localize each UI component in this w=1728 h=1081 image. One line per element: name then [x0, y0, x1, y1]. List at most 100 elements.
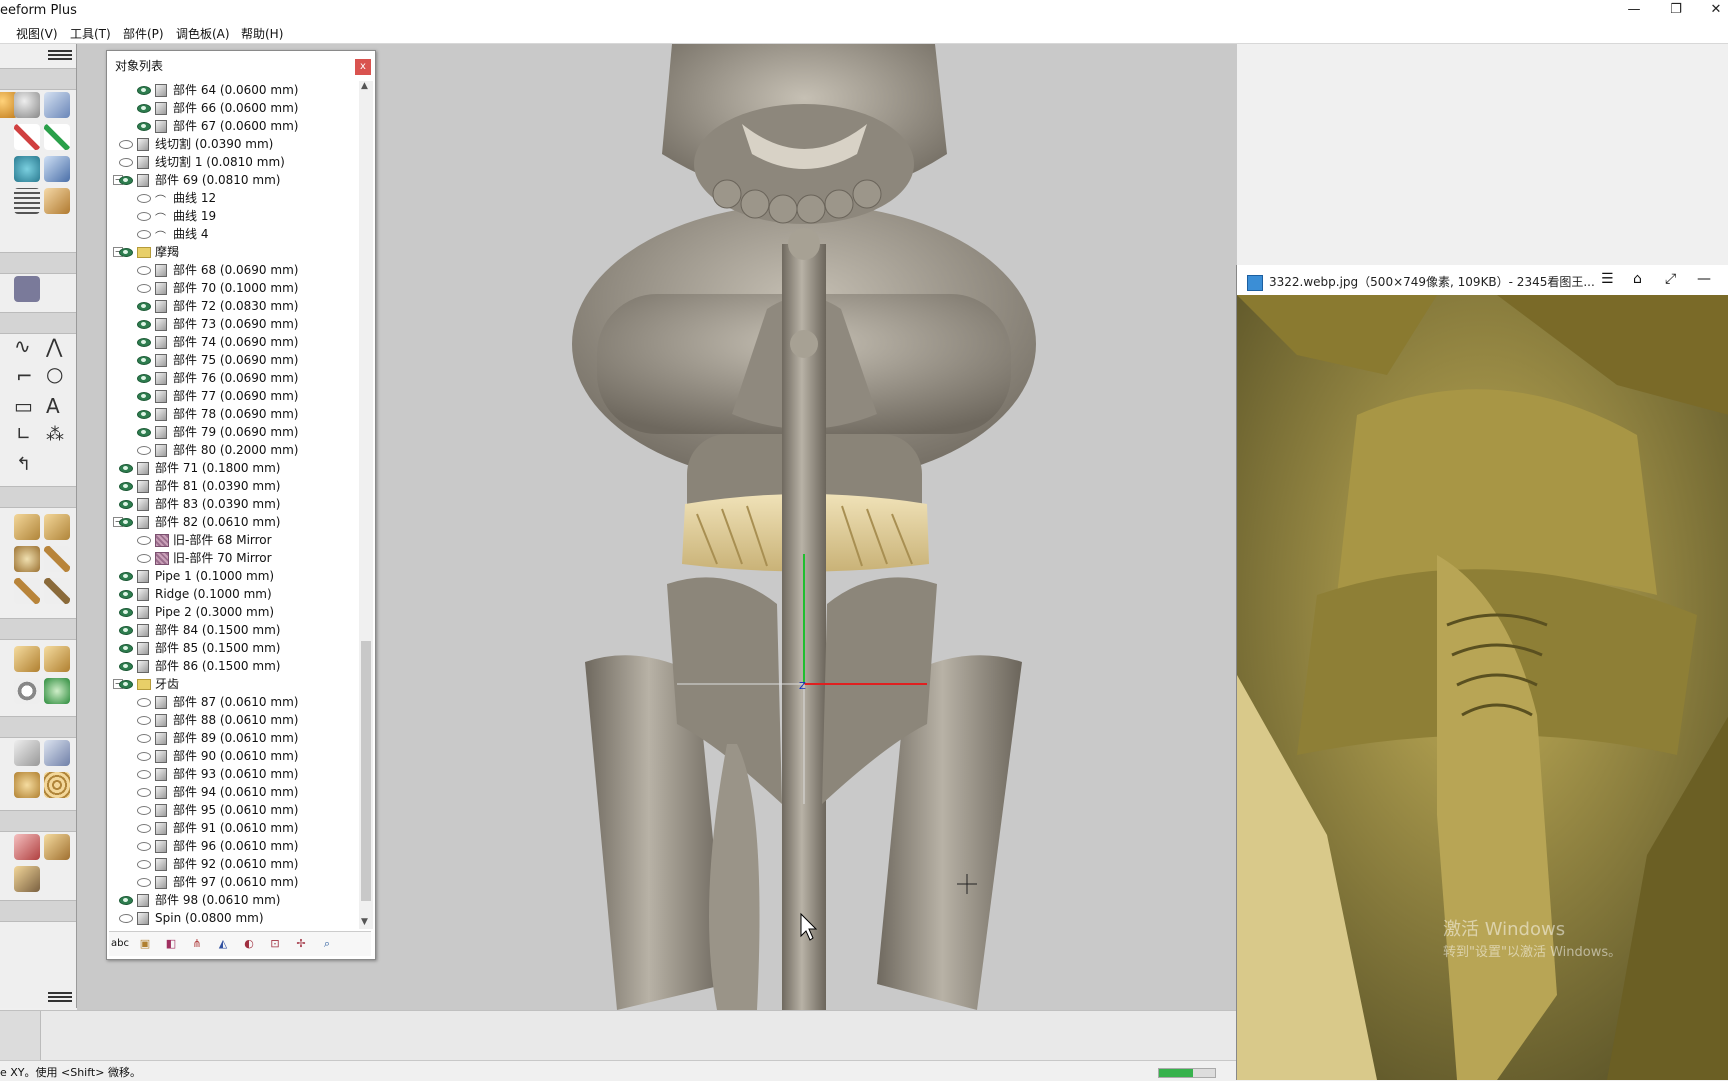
eye-visible-icon[interactable]	[119, 482, 133, 491]
eye-hidden-icon[interactable]	[137, 824, 151, 833]
eye-hidden-icon[interactable]	[137, 230, 151, 239]
viewer-skin-icon[interactable]: ⌂	[1633, 271, 1642, 287]
tree-row[interactable]: 部件 93 (0.0610 mm)	[113, 765, 359, 783]
viewer-minimize-icon[interactable]: —	[1697, 271, 1711, 287]
tree-row[interactable]: ⌒ 曲线 4	[113, 225, 359, 243]
tree-row[interactable]: 部件 74 (0.0690 mm)	[113, 333, 359, 351]
viewer-fullscreen-icon[interactable]: ⤢	[1665, 271, 1676, 287]
eye-hidden-icon[interactable]	[137, 788, 151, 797]
tree-row[interactable]: 部件 76 (0.0690 mm)	[113, 369, 359, 387]
color-icon[interactable]: ◐	[241, 936, 257, 952]
tree-row[interactable]: Pipe 1 (0.1000 mm)	[113, 567, 359, 585]
tree-row[interactable]: Spin (0.0800 mm)	[113, 909, 359, 927]
tree-row[interactable]: 部件 88 (0.0610 mm)	[113, 711, 359, 729]
eye-visible-icon[interactable]	[137, 338, 151, 347]
pipe-tool-icon[interactable]	[44, 578, 70, 604]
tree-row[interactable]: 部件 94 (0.0610 mm)	[113, 783, 359, 801]
offset-tool-icon[interactable]	[44, 740, 70, 766]
tree-row[interactable]: Ridge (0.1000 mm)	[113, 585, 359, 603]
tree-row[interactable]: 部件 83 (0.0390 mm)	[113, 495, 359, 513]
tree-row[interactable]: 部件 72 (0.0830 mm)	[113, 297, 359, 315]
tree-row[interactable]: − 摩羯	[113, 243, 359, 261]
tree-row[interactable]: 部件 71 (0.1800 mm)	[113, 459, 359, 477]
sweep-tool-icon[interactable]	[44, 546, 70, 572]
tree-row[interactable]: 旧-部件 68 Mirror	[113, 531, 359, 549]
circle-tool-icon[interactable]: ○	[46, 362, 63, 386]
tree-row[interactable]: − 牙齿	[113, 675, 359, 693]
eye-hidden-icon[interactable]	[137, 770, 151, 779]
tree-row[interactable]: 部件 90 (0.0610 mm)	[113, 747, 359, 765]
curve-red-tool-icon[interactable]	[14, 124, 40, 150]
plane-tool-icon[interactable]	[44, 92, 70, 118]
tree-row[interactable]: 部件 64 (0.0600 mm)	[113, 81, 359, 99]
deform-tool-icon[interactable]	[14, 546, 40, 572]
eye-hidden-icon[interactable]	[137, 752, 151, 761]
tree-row[interactable]: 部件 75 (0.0690 mm)	[113, 351, 359, 369]
scroll-down-icon[interactable]: ▼	[361, 917, 368, 927]
tree-row[interactable]: ⌒ 曲线 12	[113, 189, 359, 207]
eye-hidden-icon[interactable]	[119, 914, 133, 923]
spring-tool-icon[interactable]	[14, 188, 40, 214]
eye-visible-icon[interactable]	[119, 176, 133, 185]
scroll-up-icon[interactable]: ▲	[361, 81, 368, 91]
lower-panel-tab[interactable]	[0, 1011, 41, 1061]
tree-row[interactable]: 部件 78 (0.0690 mm)	[113, 405, 359, 423]
tree-row[interactable]: 部件 86 (0.1500 mm)	[113, 657, 359, 675]
spline-tool-icon[interactable]: ∿	[14, 334, 31, 358]
tree-row[interactable]: 部件 81 (0.0390 mm)	[113, 477, 359, 495]
eye-visible-icon[interactable]	[137, 104, 151, 113]
eye-hidden-icon[interactable]	[137, 860, 151, 869]
eye-hidden-icon[interactable]	[137, 842, 151, 851]
menu-palette[interactable]: 调色板(A)	[176, 25, 230, 42]
menu-help[interactable]: 帮助(H)	[241, 25, 283, 42]
minimize-button[interactable]: —	[1614, 0, 1654, 22]
tree-row[interactable]: 部件 84 (0.1500 mm)	[113, 621, 359, 639]
menu-parts[interactable]: 部件(P)	[123, 25, 164, 42]
new-folder-icon[interactable]: ▣	[137, 936, 153, 952]
mirror-icon[interactable]: ◧	[163, 936, 179, 952]
tree-row[interactable]: − 部件 82 (0.0610 mm)	[113, 513, 359, 531]
eye-visible-icon[interactable]	[137, 428, 151, 437]
palette-menu-icon[interactable]	[48, 48, 72, 60]
extrude-tool-icon[interactable]	[44, 156, 70, 182]
eye-hidden-icon[interactable]	[137, 446, 151, 455]
tree-row[interactable]: 部件 89 (0.0610 mm)	[113, 729, 359, 747]
stamp-tool-icon[interactable]	[14, 646, 40, 672]
shell-tool-icon[interactable]	[14, 740, 40, 766]
menu-tools[interactable]: 工具(T)	[70, 25, 111, 42]
eye-visible-icon[interactable]	[119, 608, 133, 617]
eye-hidden-icon[interactable]	[137, 212, 151, 221]
menu-view[interactable]: 视图(V)	[16, 25, 58, 42]
tree-row-selected[interactable]	[155, 927, 273, 929]
eye-hidden-icon[interactable]	[119, 158, 133, 167]
cut-tool-icon[interactable]	[14, 834, 40, 860]
eye-hidden-icon[interactable]	[137, 536, 151, 545]
eye-hidden-icon[interactable]	[137, 878, 151, 887]
eye-visible-icon[interactable]	[119, 500, 133, 509]
tree-row[interactable]: 部件 85 (0.1500 mm)	[113, 639, 359, 657]
tree-row[interactable]: 线切割 1 (0.0810 mm)	[113, 153, 359, 171]
points-tool-icon[interactable]: ⁂	[46, 424, 64, 445]
viewer-image[interactable]: 激活 Windows 转到"设置"以激活 Windows。	[1237, 295, 1728, 1080]
text-tool-icon[interactable]: A	[46, 394, 60, 418]
eye-visible-icon[interactable]	[119, 626, 133, 635]
eye-visible-icon[interactable]	[119, 680, 133, 689]
eye-hidden-icon[interactable]	[137, 554, 151, 563]
texture-tool-icon[interactable]	[14, 772, 40, 798]
clay-tool-icon[interactable]	[14, 92, 40, 118]
eye-visible-icon[interactable]	[137, 320, 151, 329]
pattern-tool-icon[interactable]	[44, 772, 70, 798]
viewer-menu-icon[interactable]: ☰	[1601, 271, 1614, 287]
eye-visible-icon[interactable]	[119, 662, 133, 671]
scroll-thumb[interactable]	[361, 641, 371, 901]
eye-visible-icon[interactable]	[137, 374, 151, 383]
eye-hidden-icon[interactable]	[137, 734, 151, 743]
eye-hidden-icon[interactable]	[137, 806, 151, 815]
box-tool-icon[interactable]	[14, 514, 40, 540]
arc-tool-icon[interactable]: ⌐	[16, 364, 33, 388]
tree-row[interactable]: 部件 96 (0.0610 mm)	[113, 837, 359, 855]
grip-tool-icon[interactable]	[14, 866, 40, 892]
tree-row[interactable]: 部件 91 (0.0610 mm)	[113, 819, 359, 837]
combine-icon[interactable]: ⊡	[267, 936, 283, 952]
tree-row[interactable]: 部件 67 (0.0600 mm)	[113, 117, 359, 135]
